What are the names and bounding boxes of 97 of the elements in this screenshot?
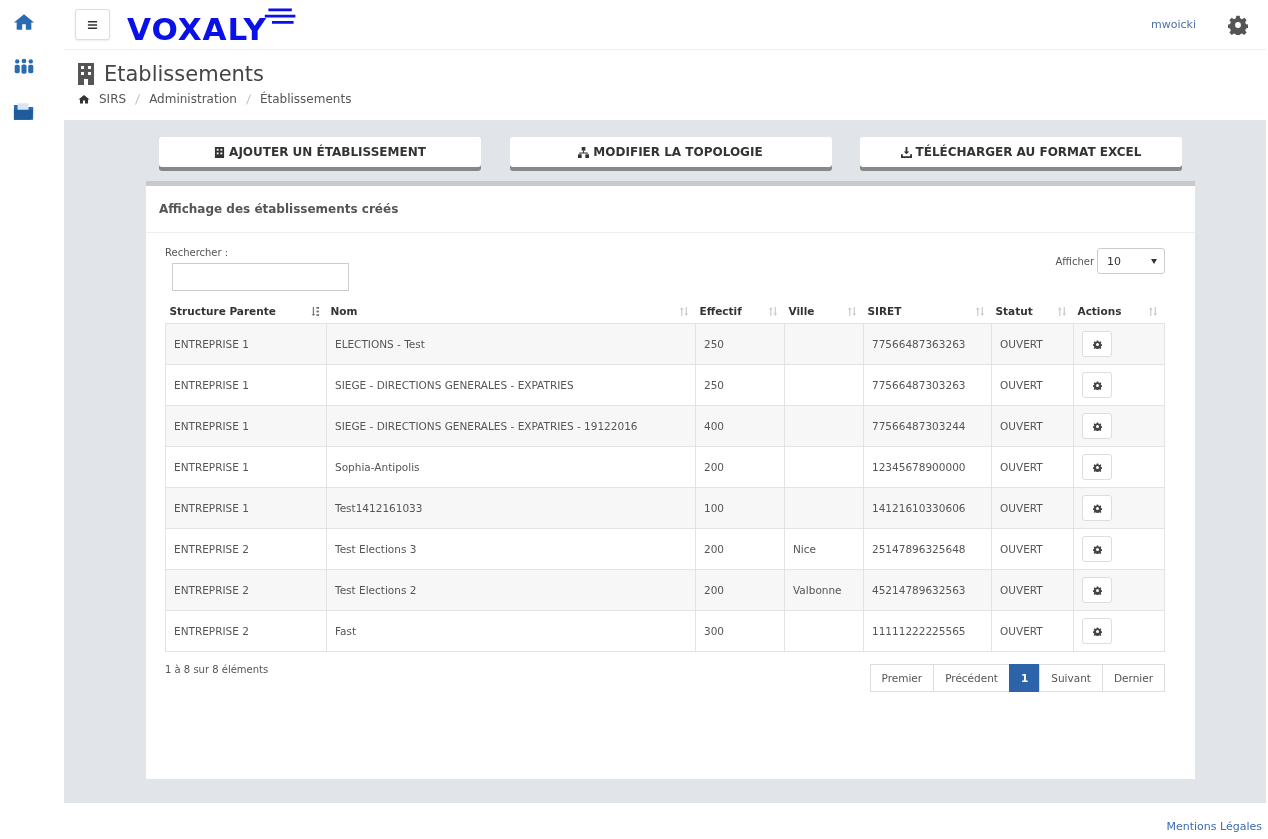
table-cell: 77566487303244	[872, 420, 966, 432]
settings-button[interactable]	[1082, 372, 1112, 398]
column-header[interactable]: SIRET	[863, 299, 992, 324]
column-header[interactable]: Actions	[1073, 299, 1165, 324]
table-cell: OUVERT	[1000, 338, 1043, 350]
table-cell: ENTREPRISE 1	[174, 502, 249, 514]
table-cell: 45214789632563	[872, 584, 966, 596]
table-cell: ENTREPRISE 2	[174, 543, 249, 555]
gear-icon	[1092, 421, 1102, 431]
gear-icon	[1092, 339, 1102, 349]
folder-icon[interactable]	[13, 102, 35, 121]
gear-icon	[1092, 585, 1102, 595]
building-icon	[214, 146, 226, 158]
table-cell: SIEGE - DIRECTIONS GENERALES - EXPATRIES - 19122016	[335, 420, 638, 432]
table-cell: ENTREPRISE 2	[174, 625, 249, 637]
table-cell: Test Elections 2	[335, 584, 417, 596]
table-cell: 14121610330606	[872, 502, 966, 514]
table-cell: 100	[704, 502, 725, 514]
pagination-button[interactable]: Premier	[869, 664, 935, 692]
breadcrumb-link[interactable]: Établissements	[259, 92, 352, 106]
table-cell: ENTREPRISE 1	[174, 338, 249, 350]
pagination-button[interactable]: Précédent	[933, 664, 1010, 692]
home-icon[interactable]	[13, 12, 35, 31]
table-cell: ENTREPRISE 2	[174, 584, 249, 596]
breadcrumb-link[interactable]: Administration	[149, 92, 237, 106]
gear-icon	[1092, 462, 1102, 472]
table-cell: 300	[704, 625, 725, 637]
table-cell: 200	[704, 461, 725, 473]
caret-icon	[1151, 258, 1157, 264]
column-header[interactable]: Nom	[326, 299, 696, 324]
table-cell: SIEGE - DIRECTIONS GENERALES - EXPATRIES	[335, 379, 574, 391]
table-cell: OUVERT	[1000, 543, 1043, 555]
download-icon	[900, 146, 912, 158]
legal-link[interactable]: Mentions Légales	[1166, 820, 1262, 833]
table-cell: OUVERT	[1000, 625, 1043, 637]
menu-icon	[87, 19, 98, 30]
panel-title: Affichage des établissements créés	[159, 202, 399, 216]
table-cell: ENTREPRISE 1	[174, 461, 249, 473]
settings-button[interactable]	[1082, 495, 1112, 521]
page-size-select[interactable]: 10	[1097, 248, 1165, 274]
column-header[interactable]: Structure Parente	[165, 299, 327, 324]
column-header[interactable]: Statut	[991, 299, 1074, 324]
table-cell: 400	[704, 420, 725, 432]
table-cell: 200	[704, 584, 725, 596]
breadcrumb-separator	[135, 93, 141, 105]
home-icon	[78, 94, 90, 104]
table-cell: Nice	[793, 543, 816, 555]
table-cell: Test1412161033	[335, 502, 423, 514]
username-link[interactable]: mwoicki	[1151, 18, 1196, 31]
settings-button[interactable]	[1082, 577, 1112, 603]
pagination-button[interactable]: Dernier	[1101, 664, 1165, 692]
settings-button[interactable]	[1082, 536, 1112, 562]
breadcrumb-separator	[245, 93, 251, 105]
table-cell: 77566487363263	[872, 338, 966, 350]
building-icon	[78, 63, 94, 85]
pagination-button[interactable]: 1	[1009, 664, 1041, 692]
table-info: 1 à 8 sur 8 éléments	[165, 664, 269, 675]
table-cell: 250	[704, 338, 725, 350]
search-label: Rechercher :	[165, 247, 230, 258]
settings-button[interactable]	[1082, 413, 1112, 439]
settings-button[interactable]	[1082, 454, 1112, 480]
table-cell: OUVERT	[1000, 379, 1043, 391]
table-cell: 25147896325648	[872, 543, 966, 555]
table-cell: OUVERT	[1000, 502, 1043, 514]
gear-icon	[1092, 544, 1102, 554]
table-cell: 200	[704, 543, 725, 555]
table-cell: OUVERT	[1000, 420, 1043, 432]
table-cell: ENTREPRISE 1	[174, 379, 249, 391]
people-icon[interactable]	[13, 57, 35, 76]
table-cell: 12345678900000	[872, 461, 966, 473]
column-header[interactable]: Effectif	[695, 299, 785, 324]
table-cell: ELECTIONS - Test	[335, 338, 425, 350]
table-cell: Fast	[335, 625, 357, 637]
page-size-label: Afficher	[1055, 255, 1094, 267]
sitemap-icon	[578, 146, 590, 158]
settings-button[interactable]	[1082, 331, 1112, 357]
settings-icon[interactable]	[1228, 14, 1248, 35]
pagination-button[interactable]: Suivant	[1039, 664, 1103, 692]
menu-button[interactable]	[75, 9, 110, 40]
table-cell: 11111222225565	[872, 625, 966, 637]
logo: VOXALY	[127, 4, 299, 45]
table-cell: OUVERT	[1000, 461, 1043, 473]
table-cell: ENTREPRISE 1	[174, 420, 249, 432]
table-cell: 77566487303263	[872, 379, 966, 391]
settings-button[interactable]	[1082, 618, 1112, 644]
breadcrumb-link[interactable]: SIRS	[99, 92, 127, 106]
column-header[interactable]: Ville	[784, 299, 864, 324]
table-cell: 250	[704, 379, 725, 391]
table-cell: Sophia-Antipolis	[335, 461, 420, 473]
table-cell: Test Elections 3	[335, 543, 417, 555]
table-cell: OUVERT	[1000, 584, 1043, 596]
gear-icon	[1092, 626, 1102, 636]
gear-icon	[1092, 503, 1102, 513]
search-field[interactable]	[172, 263, 349, 291]
table-cell: Valbonne	[793, 584, 842, 596]
gear-icon	[1092, 380, 1102, 390]
page-title: Etablissements	[104, 62, 265, 86]
